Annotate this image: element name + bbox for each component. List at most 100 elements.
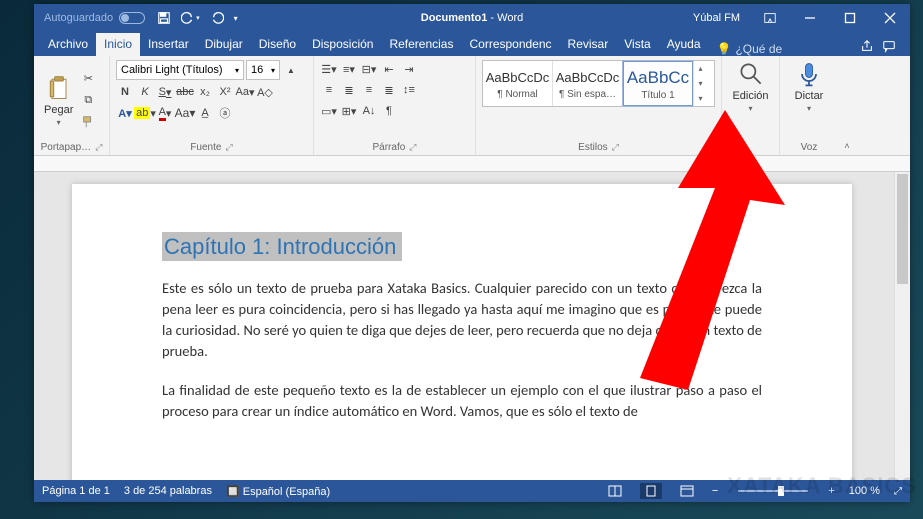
tab-insertar[interactable]: Insertar [140,33,197,56]
launcher-icon[interactable]: ⤢ [225,142,232,153]
cut-icon[interactable]: ✂ [79,69,97,87]
char-border-icon[interactable]: Aa▾ [176,104,194,122]
style-titulo-1[interactable]: AaBbCc Título 1 [623,61,693,106]
page[interactable]: Capítulo 1: Introducción Este es sólo un… [72,184,852,480]
multilevel-icon[interactable]: ⊟▾ [360,60,378,78]
show-marks-icon[interactable]: ¶ [380,102,398,120]
status-page[interactable]: Página 1 de 1 [42,485,110,497]
font-color-icon[interactable]: A▾ [156,104,174,122]
paste-button[interactable]: Pegar ▾ [40,60,77,140]
autosave-toggle[interactable]: Autoguardado [44,12,145,24]
italic-button[interactable]: K [136,83,154,101]
group-label-voz: Voz [801,142,818,153]
numbering-icon[interactable]: ≡▾ [340,60,358,78]
comments-icon[interactable] [882,39,896,56]
close-icon[interactable] [870,4,910,32]
tab-vista[interactable]: Vista [616,33,658,56]
justify-icon[interactable]: ≣ [380,81,398,99]
save-icon[interactable] [157,11,171,25]
group-portapapeles: Pegar ▾ ✂ ⧉ Portapap…⤢ [34,56,110,155]
align-center-icon[interactable]: ≣ [340,81,358,99]
group-voz: Dictar ▾ Voz [780,56,838,155]
share-icon[interactable] [860,39,874,56]
group-edicion: Edición ▾ [722,56,780,155]
underline-button[interactable]: S▾ [156,83,174,101]
group-label-fuente: Fuente [190,142,221,153]
style-normal[interactable]: AaBbCcDc ¶ Normal [483,61,553,106]
autosave-label: Autoguardado [44,12,113,24]
lightbulb-icon: 💡 [717,42,732,56]
redo-icon[interactable] [210,11,224,25]
print-layout-icon[interactable] [640,483,662,499]
circle-text-icon[interactable]: ⓐ [216,104,234,122]
ruler[interactable] [34,156,910,172]
grow-font-icon[interactable]: ▲ [282,61,300,79]
styles-scroll[interactable]: ▴▾▾ [693,61,707,106]
sort-icon[interactable]: A↓ [360,102,378,120]
chevron-down-icon: ▾ [807,104,811,113]
launcher-icon[interactable]: ⤢ [612,142,619,153]
enclose-icon[interactable]: A̲ [196,104,214,122]
change-case-button[interactable]: Aa▾ [236,83,254,101]
text-effects-icon[interactable]: A▾ [116,104,134,122]
tab-correspondencia[interactable]: Correspondenc [461,33,559,56]
tab-diseno[interactable]: Diseño [251,33,304,56]
tab-disposicion[interactable]: Disposición [304,33,381,56]
tab-revisar[interactable]: Revisar [560,33,617,56]
copy-icon[interactable]: ⧉ [79,91,97,109]
font-size-combo[interactable]: 16▾ [246,60,280,80]
body-paragraph[interactable]: Este es sólo un texto de prueba para Xat… [162,278,762,362]
align-left-icon[interactable]: ≡ [320,81,338,99]
zoom-out-icon[interactable]: − [712,485,718,497]
maximize-icon[interactable] [830,4,870,32]
undo-icon[interactable]: ▾ [181,11,200,25]
find-button[interactable]: Edición ▾ [728,60,773,113]
scrollbar-vertical[interactable] [894,172,910,480]
launcher-icon[interactable]: ⤢ [95,142,102,153]
launcher-icon[interactable]: ⤢ [409,142,416,153]
titlebar: Autoguardado ▾ ▾ Documento1 - Word Yúbal… [34,4,910,32]
line-spacing-icon[interactable]: ↕≡ [400,81,418,99]
user-name[interactable]: Yúbal FM [683,12,750,24]
tab-referencias[interactable]: Referencias [381,33,461,56]
web-layout-icon[interactable] [676,483,698,499]
ribbon-tabs: Archivo Inicio Insertar Dibujar Diseño D… [34,32,910,56]
style-sin-espaciado[interactable]: AaBbCcDc ¶ Sin espa… [553,61,623,106]
heading-1[interactable]: Capítulo 1: Introducción [162,232,402,261]
borders-icon[interactable]: ⊞▾ [340,102,358,120]
tab-dibujar[interactable]: Dibujar [197,33,251,56]
highlight-icon[interactable]: ab▾ [136,104,154,122]
status-words[interactable]: 3 de 254 palabras [124,485,212,497]
collapse-ribbon-icon[interactable]: ˄ [838,56,856,155]
qat-customize-icon[interactable]: ▾ [234,14,238,23]
tell-me[interactable]: 💡¿Qué de [717,42,783,56]
styles-gallery[interactable]: AaBbCcDc ¶ Normal AaBbCcDc ¶ Sin espa… A… [482,60,715,107]
ribbon-options-icon[interactable] [750,4,790,32]
app-name: Word [497,12,523,24]
chevron-down-icon: ▾ [748,104,752,113]
shading-icon[interactable]: ▭▾ [320,102,338,120]
dictate-button[interactable]: Dictar ▾ [786,60,832,113]
scrollbar-thumb[interactable] [897,174,908,284]
format-painter-icon[interactable] [79,113,97,131]
decrease-indent-icon[interactable]: ⇤ [380,60,398,78]
ribbon: Pegar ▾ ✂ ⧉ Portapap…⤢ Calibri Light (Tí… [34,56,910,156]
superscript-button[interactable]: X² [216,83,234,101]
body-paragraph[interactable]: La finalidad de este pequeño texto es la… [162,380,762,422]
subscript-button[interactable]: x₂ [196,83,214,101]
tab-ayuda[interactable]: Ayuda [659,33,709,56]
tab-inicio[interactable]: Inicio [96,33,140,56]
font-name-combo[interactable]: Calibri Light (Títulos) ▾ [116,60,244,80]
minimize-icon[interactable] [790,4,830,32]
tab-archivo[interactable]: Archivo [40,33,96,56]
bold-button[interactable]: N [116,83,134,101]
strike-button[interactable]: abc [176,83,194,101]
group-parrafo: ☰▾ ≡▾ ⊟▾ ⇤ ⇥ ≡ ≣ ≡ ≣ ↕≡ ▭▾ ⊞▾ A↓ ¶ [314,56,476,155]
clear-format-icon[interactable]: A◇ [256,83,274,101]
read-mode-icon[interactable] [604,483,626,499]
bullets-icon[interactable]: ☰▾ [320,60,338,78]
status-lang[interactable]: 🔲 Español (España) [226,485,330,498]
align-right-icon[interactable]: ≡ [360,81,378,99]
increase-indent-icon[interactable]: ⇥ [400,60,418,78]
group-estilos: AaBbCcDc ¶ Normal AaBbCcDc ¶ Sin espa… A… [476,56,722,155]
